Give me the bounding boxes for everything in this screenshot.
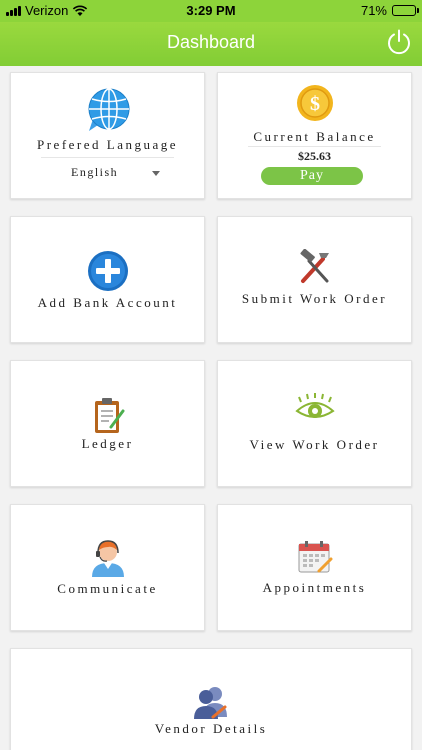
vendor-users-icon: [194, 687, 227, 719]
pay-button[interactable]: Pay: [261, 167, 363, 185]
divider: [248, 146, 381, 147]
power-icon[interactable]: [385, 28, 413, 56]
view-work-order-tile[interactable]: View Work Order: [217, 360, 412, 487]
chevron-down-icon[interactable]: [152, 171, 160, 176]
ledger-label: Ledger: [81, 436, 134, 451]
eye-icon: [294, 393, 335, 418]
calendar-icon: [298, 541, 332, 573]
battery-percent: 71%: [360, 3, 387, 18]
battery-area: 71%: [360, 3, 419, 18]
clipboard-icon: [94, 398, 124, 433]
vendor-details-label: Vendor Details: [154, 721, 268, 736]
preferred-language-label: Prefered Language: [36, 137, 179, 152]
dollar-coin-icon: $: [296, 85, 333, 121]
svg-text:$: $: [310, 93, 320, 115]
globe-chat-icon: [88, 88, 129, 131]
battery-icon: [392, 5, 419, 16]
plus-circle-icon: [87, 251, 128, 291]
submit-work-order-tile[interactable]: Submit Work Order: [217, 216, 412, 343]
balance-amount: $25.63: [298, 149, 331, 163]
ledger-tile[interactable]: Ledger: [10, 360, 205, 487]
communicate-label: Communicate: [57, 581, 158, 596]
add-bank-account-label: Add Bank Account: [37, 295, 178, 310]
nav-bar: Dashboard: [0, 22, 422, 66]
clock: 3:29 PM: [186, 3, 236, 18]
support-agent-icon: [91, 540, 124, 577]
communicate-tile[interactable]: Communicate: [10, 504, 205, 631]
status-bar: Verizon 3:29 PM 71%: [0, 0, 422, 22]
add-bank-account-tile[interactable]: Add Bank Account: [10, 216, 205, 343]
view-work-order-label: View Work Order: [249, 437, 380, 452]
vendor-details-tile[interactable]: Vendor Details: [10, 648, 412, 750]
submit-work-order-label: Submit Work Order: [241, 291, 388, 306]
appointments-label: Appointments: [262, 580, 367, 595]
appointments-tile[interactable]: Appointments: [217, 504, 412, 631]
page-title: Dashboard: [166, 32, 256, 52]
hammer-tools-icon: [299, 249, 329, 283]
preferred-language-tile[interactable]: Prefered Language English: [10, 72, 205, 199]
current-balance-tile: $ Current Balance $25.63 Pay: [217, 72, 412, 199]
current-balance-label: Current Balance: [253, 129, 376, 144]
divider: [41, 157, 174, 158]
